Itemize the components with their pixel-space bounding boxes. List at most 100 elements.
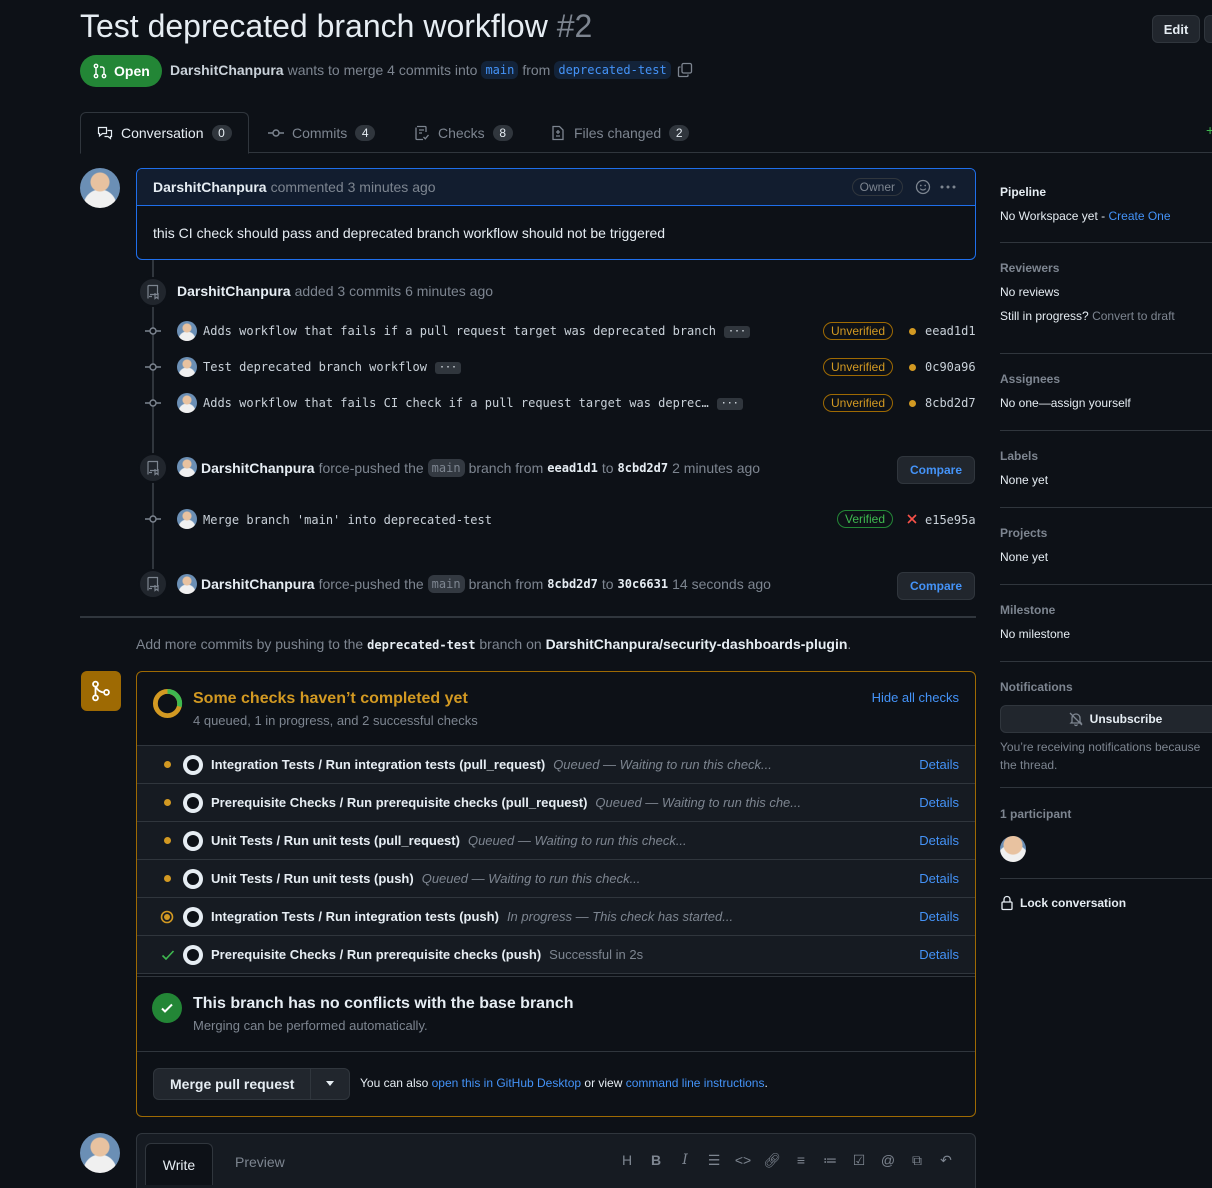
- details-link[interactable]: Details: [919, 757, 959, 772]
- pending-status-icon[interactable]: [909, 364, 916, 371]
- link-icon[interactable]: 🔗︎: [763, 1152, 781, 1168]
- verified-badge[interactable]: Verified: [837, 510, 894, 528]
- lock-conversation-link[interactable]: Lock conversation: [1000, 895, 1126, 911]
- unverified-badge[interactable]: Unverified: [823, 322, 894, 340]
- commit-sha[interactable]: 0c90a96: [925, 360, 976, 374]
- convert-to-draft-link[interactable]: Convert to draft: [1092, 309, 1175, 323]
- commit-message[interactable]: Adds workflow that fails if a pull reque…: [203, 324, 716, 338]
- event-author[interactable]: DarshitChanpura: [201, 576, 315, 592]
- avatar[interactable]: [177, 457, 197, 477]
- base-branch[interactable]: main: [481, 61, 519, 79]
- avatar[interactable]: [177, 393, 197, 413]
- expand-commit-button[interactable]: ···: [434, 361, 462, 374]
- tab-conversation[interactable]: Conversation 0: [80, 112, 249, 154]
- from-sha[interactable]: eead1d1: [547, 461, 598, 475]
- comment-meta[interactable]: commented 3 minutes ago: [271, 179, 436, 195]
- commit-sha[interactable]: 8cbd2d7: [925, 396, 976, 410]
- avatar[interactable]: [177, 509, 197, 529]
- avatar[interactable]: [177, 357, 197, 377]
- participant-avatar[interactable]: [1000, 836, 1026, 862]
- sidebar-title: 1 participant: [1000, 807, 1072, 821]
- sidebar-title[interactable]: Milestone: [1000, 603, 1212, 617]
- unordered-list-icon[interactable]: ≡: [793, 1152, 809, 1168]
- sidebar-value: No milestone: [1000, 627, 1071, 641]
- avatar[interactable]: [177, 321, 197, 341]
- sidebar-title[interactable]: Reviewers: [1000, 261, 1212, 275]
- event-time[interactable]: 14 seconds ago: [672, 576, 771, 592]
- merge-method-dropdown[interactable]: [311, 1069, 349, 1099]
- pending-status-icon[interactable]: [909, 328, 916, 335]
- copy-icon[interactable]: [677, 62, 693, 78]
- task-list-icon[interactable]: ☑: [851, 1152, 867, 1168]
- comment-author[interactable]: DarshitChanpura: [153, 179, 267, 195]
- quote-icon[interactable]: ☰: [706, 1152, 722, 1168]
- expand-commit-button[interactable]: ···: [723, 325, 751, 338]
- tab-preview[interactable]: Preview: [235, 1154, 285, 1170]
- heading-icon[interactable]: H: [619, 1152, 635, 1168]
- repo-link[interactable]: DarshitChanpura/security-dashboards-plug…: [546, 636, 848, 652]
- event-author[interactable]: DarshitChanpura: [201, 460, 315, 476]
- italic-icon[interactable]: I: [677, 1152, 693, 1168]
- avatar[interactable]: [80, 168, 120, 208]
- tab-commits[interactable]: Commits 4: [252, 112, 391, 153]
- commit-row: Test deprecated branch workflow ···: [203, 360, 462, 374]
- bold-icon[interactable]: B: [648, 1152, 664, 1168]
- sidebar-milestone: Milestone No milestone: [1000, 603, 1212, 662]
- edit-button[interactable]: Edit: [1152, 15, 1200, 43]
- commit-sha[interactable]: eead1d1: [925, 324, 976, 338]
- event-time[interactable]: 2 minutes ago: [672, 460, 760, 476]
- sidebar-labels: Labels None yet: [1000, 449, 1212, 508]
- commit-message[interactable]: Adds workflow that fails CI check if a p…: [203, 396, 709, 410]
- pending-status-icon[interactable]: [909, 400, 916, 407]
- tab-write[interactable]: Write: [145, 1143, 213, 1185]
- details-link[interactable]: Details: [919, 871, 959, 886]
- mention-icon[interactable]: @: [880, 1152, 896, 1168]
- reply-icon[interactable]: ↶: [938, 1152, 954, 1168]
- code-icon[interactable]: <>: [735, 1152, 751, 1168]
- event-text: force-pushed the: [318, 576, 424, 592]
- sidebar-title[interactable]: Projects: [1000, 526, 1212, 540]
- assign-yourself-link[interactable]: assign yourself: [1051, 396, 1131, 410]
- head-branch[interactable]: deprecated-test: [554, 61, 671, 79]
- code-button[interactable]: [1204, 15, 1212, 43]
- tab-files-changed[interactable]: Files changed 2: [534, 112, 705, 153]
- unverified-badge[interactable]: Unverified: [823, 358, 894, 376]
- sidebar-title[interactable]: Labels: [1000, 449, 1212, 463]
- commit-message[interactable]: Test deprecated branch workflow: [203, 360, 427, 374]
- branch-label[interactable]: main: [427, 459, 465, 477]
- kebab-horizontal-icon[interactable]: [939, 179, 957, 195]
- sidebar-title[interactable]: Assignees: [1000, 372, 1212, 386]
- unverified-badge[interactable]: Unverified: [823, 394, 894, 412]
- details-link[interactable]: Details: [919, 909, 959, 924]
- commit-sha[interactable]: e15e95a: [925, 513, 976, 527]
- note-line: You’re receiving notifications because: [1000, 740, 1201, 754]
- create-one-link[interactable]: Create One: [1108, 209, 1170, 223]
- commit-message[interactable]: Merge branch 'main' into deprecated-test: [203, 513, 492, 527]
- ordered-list-icon[interactable]: ≔: [822, 1152, 838, 1168]
- to-sha[interactable]: 30c6631: [618, 577, 669, 591]
- unsubscribe-button[interactable]: Unsubscribe: [1000, 705, 1212, 733]
- author-link[interactable]: DarshitChanpura: [170, 62, 284, 78]
- avatar[interactable]: [177, 574, 197, 594]
- merge-pull-request-button[interactable]: Merge pull request: [154, 1069, 312, 1099]
- details-link[interactable]: Details: [919, 947, 959, 962]
- avatar[interactable]: [80, 1133, 120, 1173]
- from-sha[interactable]: 8cbd2d7: [547, 577, 598, 591]
- event-text: branch from: [468, 576, 544, 592]
- compare-button[interactable]: Compare: [897, 456, 976, 484]
- command-line-link[interactable]: command line instructions: [626, 1076, 765, 1090]
- expand-commit-button[interactable]: ···: [716, 397, 743, 410]
- cross-reference-icon[interactable]: ⧉: [909, 1152, 925, 1168]
- details-link[interactable]: Details: [919, 833, 959, 848]
- to-sha[interactable]: 8cbd2d7: [618, 461, 669, 475]
- status-label: Open: [114, 63, 150, 79]
- details-link[interactable]: Details: [919, 795, 959, 810]
- hide-all-checks-link[interactable]: Hide all checks: [872, 690, 959, 705]
- branch-label[interactable]: main: [427, 575, 465, 593]
- github-desktop-link[interactable]: open this in GitHub Desktop: [432, 1076, 581, 1090]
- tab-checks[interactable]: Checks 8: [398, 112, 529, 153]
- emoji-reaction-icon[interactable]: [915, 179, 931, 195]
- compare-button[interactable]: Compare: [897, 572, 976, 600]
- x-icon[interactable]: [907, 514, 917, 524]
- event-author[interactable]: DarshitChanpura: [177, 283, 291, 299]
